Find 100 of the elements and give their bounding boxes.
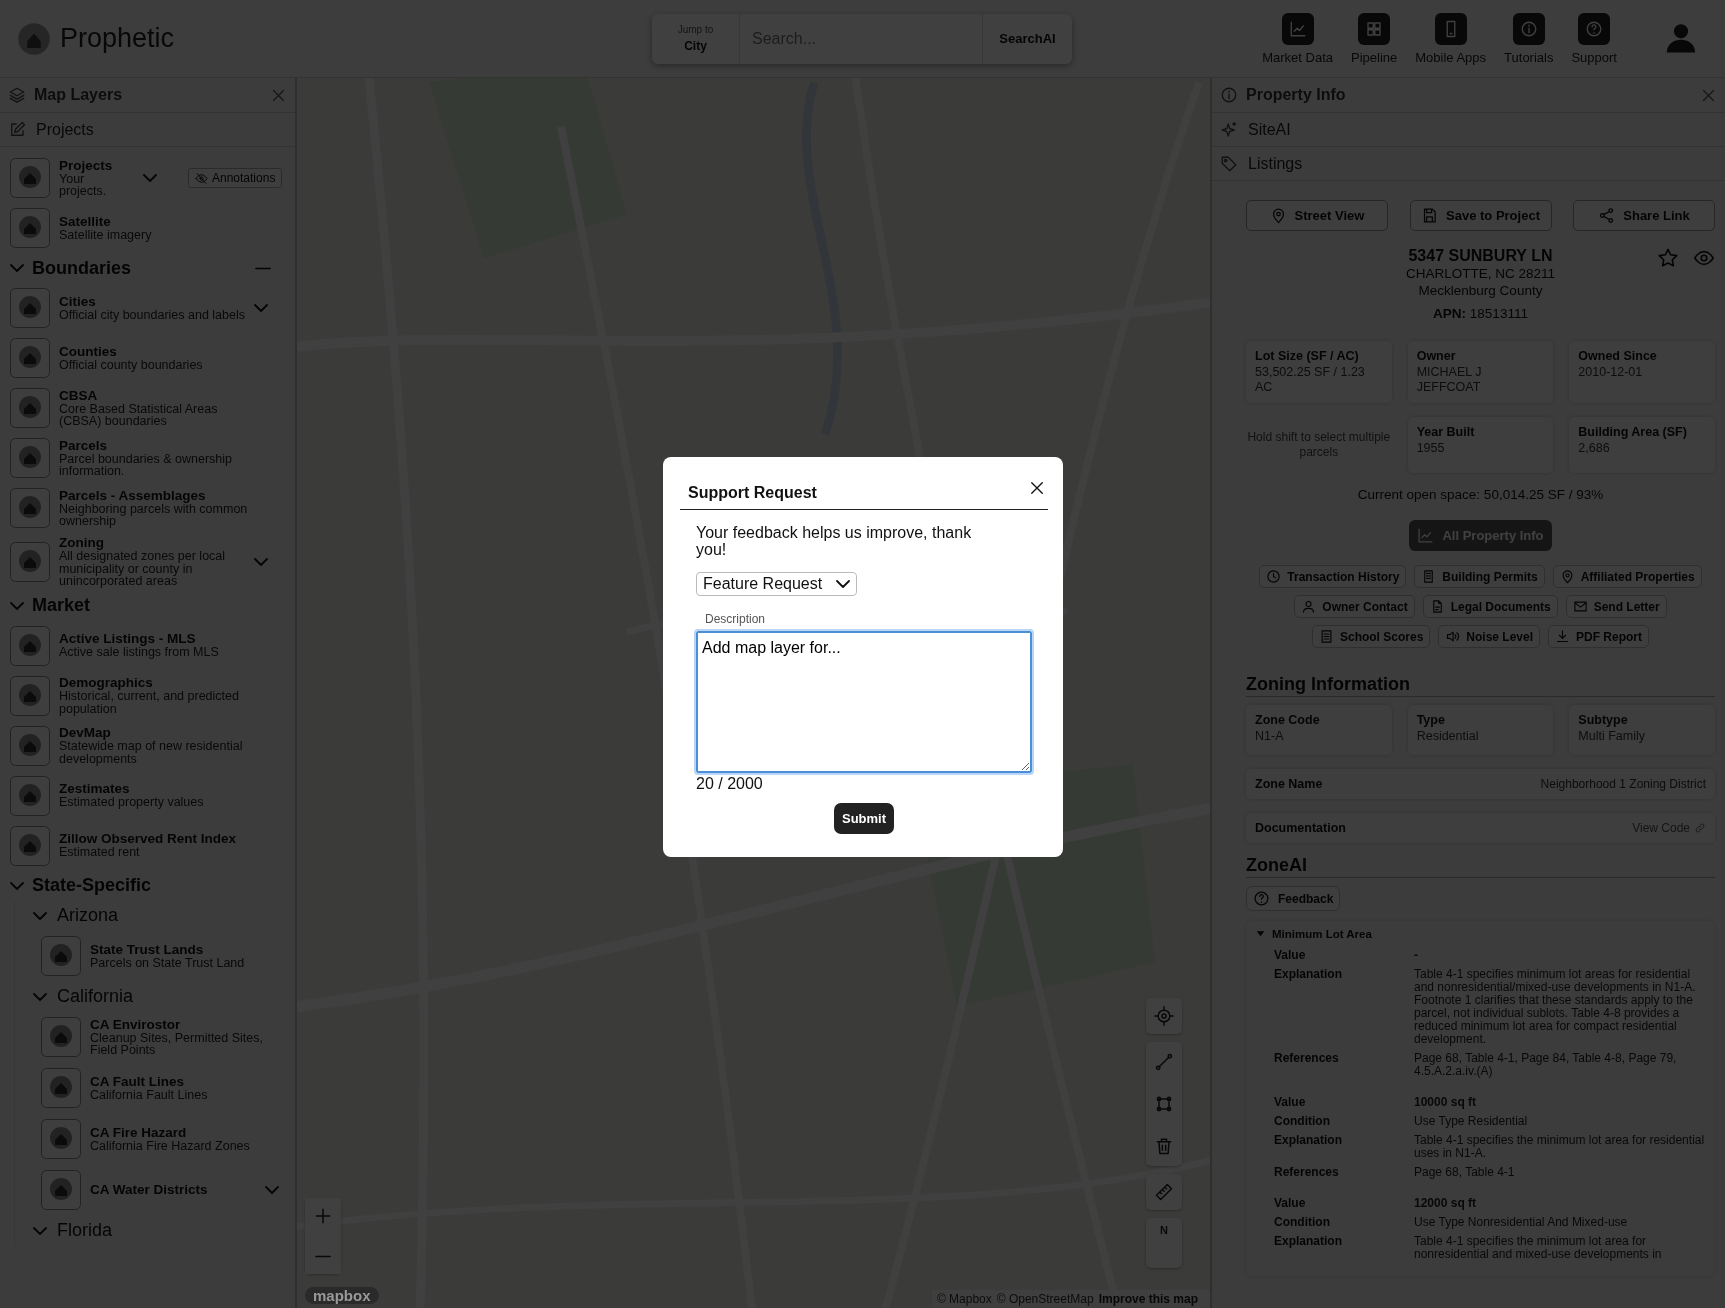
section-toggle[interactable]: Boundaries bbox=[10, 257, 132, 279]
layer-options-button[interactable] bbox=[254, 304, 268, 312]
row-label: Zone Name bbox=[1255, 777, 1323, 791]
fact-label: Building Area (SF) bbox=[1578, 425, 1688, 439]
layer-title: Zoning bbox=[59, 536, 104, 550]
delete-button[interactable] bbox=[1146, 1128, 1182, 1164]
feature-chip[interactable]: Transaction History bbox=[1259, 565, 1407, 588]
zoning-label: Type bbox=[1416, 713, 1446, 727]
zoom-in-button[interactable] bbox=[305, 1198, 341, 1234]
detail-label: References bbox=[1274, 1052, 1340, 1067]
chart-icon bbox=[1288, 19, 1307, 38]
layer-options-button[interactable] bbox=[143, 174, 157, 182]
fact-label: Owner bbox=[1416, 349, 1457, 363]
house-pin-icon bbox=[41, 1170, 81, 1210]
detail-label: Condition bbox=[1274, 1115, 1331, 1128]
house-pin-icon bbox=[10, 625, 50, 666]
house-pin-icon bbox=[41, 1017, 81, 1057]
submit-button[interactable]: Submit bbox=[833, 803, 895, 834]
house-pin-icon bbox=[10, 675, 50, 716]
action-button[interactable]: Save to Project bbox=[1409, 200, 1552, 231]
save-icon bbox=[1421, 207, 1439, 224]
feature-chip[interactable]: Owner Contact bbox=[1294, 595, 1415, 618]
grid-icon bbox=[1365, 19, 1384, 38]
action-button[interactable]: Share Link bbox=[1573, 200, 1715, 231]
layer-options-button[interactable] bbox=[265, 1186, 279, 1194]
chevron-down-icon bbox=[143, 174, 157, 182]
tag-icon bbox=[1220, 154, 1238, 173]
map-logo: mapbox bbox=[305, 1287, 379, 1304]
house-pin-icon bbox=[10, 338, 50, 378]
draw-line-button[interactable] bbox=[1146, 1044, 1182, 1080]
section-toggle[interactable]: State-Specific bbox=[10, 875, 152, 896]
feedback-button[interactable]: Feedback bbox=[1246, 886, 1341, 911]
section-toggle[interactable]: Market bbox=[10, 595, 91, 616]
clock-icon bbox=[1266, 569, 1282, 584]
close-icon bbox=[1028, 479, 1046, 497]
chevron-down-icon bbox=[33, 1226, 47, 1235]
property-county: Mecklenburg County bbox=[1418, 282, 1543, 299]
request-type-select[interactable]: Feature Request bbox=[696, 572, 858, 596]
zoning-label: Zone Code bbox=[1255, 713, 1321, 727]
plus-icon bbox=[313, 1206, 333, 1226]
detail-label: Explanation bbox=[1274, 1235, 1343, 1250]
line-tool-icon bbox=[1154, 1052, 1174, 1072]
close-button[interactable] bbox=[1028, 479, 1046, 497]
house-pin-icon bbox=[10, 725, 50, 766]
accordion-header[interactable]: Minimum Lot Area bbox=[1254, 927, 1372, 940]
layer-title: Parcels bbox=[59, 438, 109, 453]
section-heading: Zoning Information bbox=[1246, 674, 1715, 697]
layer-title: CA Envirostor bbox=[90, 1017, 182, 1032]
feature-chip[interactable]: Building Permits bbox=[1414, 565, 1545, 588]
help-icon bbox=[1253, 890, 1270, 907]
description-field[interactable]: Add map layer for... bbox=[696, 631, 1032, 773]
house-pin-icon bbox=[41, 1068, 81, 1108]
feature-chip[interactable]: Legal Documents bbox=[1422, 595, 1558, 618]
feature-chip[interactable]: PDF Report bbox=[1548, 625, 1650, 648]
section-heading: ZoneAI bbox=[1246, 855, 1715, 878]
chevron-down-icon bbox=[254, 304, 268, 312]
fact-label: Lot Size (SF / AC) bbox=[1255, 349, 1360, 363]
open-space-text: Current open space: 50,014.25 SF / 93% bbox=[1356, 487, 1605, 502]
chevron-down-icon bbox=[10, 601, 24, 610]
share-icon bbox=[1598, 207, 1616, 224]
chevron-down-icon bbox=[33, 992, 47, 1001]
feature-chip[interactable]: Noise Level bbox=[1438, 625, 1541, 648]
feature-chip[interactable]: Send Letter bbox=[1565, 595, 1667, 618]
dialog-message: Your feedback helps us improve, thank you! bbox=[696, 524, 973, 558]
detail-label: Value bbox=[1274, 949, 1307, 962]
download-icon bbox=[1555, 629, 1571, 644]
house-pin-icon bbox=[10, 208, 50, 248]
detail-value: - bbox=[1414, 949, 1419, 962]
layer-title: Demographics bbox=[59, 676, 154, 690]
annotations-button[interactable]: Annotations bbox=[188, 168, 283, 188]
feature-chip[interactable]: School Scores bbox=[1311, 625, 1431, 648]
dialog-title: Support Request bbox=[688, 484, 817, 502]
measure-button[interactable] bbox=[1146, 1174, 1182, 1210]
layer-title: State Trust Lands bbox=[90, 942, 205, 957]
locate-button[interactable] bbox=[1146, 998, 1182, 1034]
feature-chip[interactable]: Affiliated Properties bbox=[1552, 565, 1702, 588]
subsection-toggle[interactable]: California bbox=[33, 981, 295, 1012]
action-button[interactable]: Street View bbox=[1246, 200, 1388, 231]
house-pin-icon bbox=[10, 388, 50, 428]
ruler-icon bbox=[1154, 1182, 1174, 1202]
layer-title: Projects bbox=[59, 158, 114, 173]
chevron-down-icon bbox=[265, 1186, 279, 1194]
detail-label: Value bbox=[1274, 1096, 1307, 1109]
logo-icon bbox=[16, 20, 52, 57]
layer-title: Active Listings - MLS bbox=[59, 632, 197, 647]
layer-title: CA Fault Lines bbox=[90, 1074, 185, 1089]
favorite-button[interactable] bbox=[1657, 247, 1679, 269]
zoom-out-button[interactable] bbox=[305, 1238, 341, 1274]
subsection-toggle[interactable]: Florida bbox=[33, 1215, 295, 1246]
layer-options-button[interactable] bbox=[254, 557, 268, 566]
compass-button[interactable]: N bbox=[1146, 1218, 1182, 1268]
chevron-down-icon bbox=[10, 881, 24, 890]
searchai-button[interactable]: SearchAI bbox=[982, 13, 1072, 64]
collapse-all-button[interactable] bbox=[255, 266, 271, 270]
house-pin-icon bbox=[10, 488, 50, 528]
help-icon bbox=[1585, 19, 1604, 38]
zoning-label: Subtype bbox=[1578, 713, 1629, 727]
subsection-toggle[interactable]: Arizona bbox=[33, 900, 295, 931]
info-icon bbox=[1220, 86, 1238, 104]
mail-icon bbox=[1572, 599, 1588, 614]
